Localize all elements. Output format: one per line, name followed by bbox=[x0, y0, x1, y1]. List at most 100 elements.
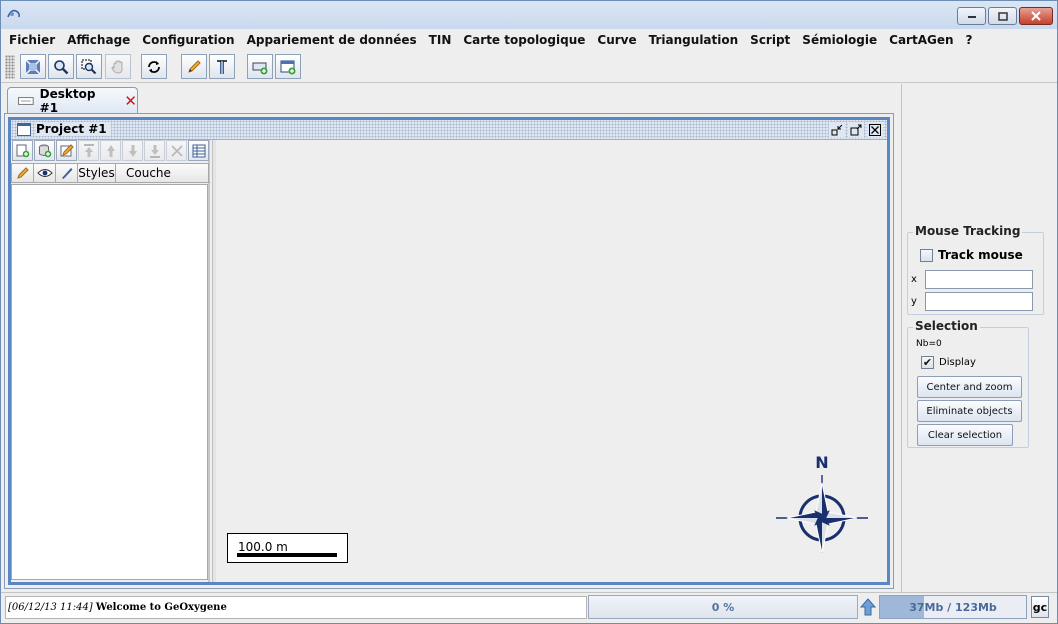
project-frame: Project #1 Styles Couche 100.0 m N bbox=[8, 117, 890, 585]
memory-indicator: 37Mb / 123Mb bbox=[879, 595, 1027, 619]
zoom-box-button[interactable] bbox=[76, 54, 102, 79]
display-checkbox[interactable]: ✔ bbox=[921, 356, 934, 369]
move-bottom-button[interactable] bbox=[144, 140, 165, 161]
arrow-up-icon bbox=[860, 598, 876, 616]
progress-bar: 0 % bbox=[588, 595, 858, 619]
zoom-box-icon bbox=[81, 59, 97, 74]
track-mouse-label: Track mouse bbox=[938, 248, 1023, 262]
desktop-icon bbox=[18, 97, 34, 105]
col-styles[interactable]: Styles bbox=[78, 163, 116, 183]
attribute-table-button[interactable] bbox=[188, 140, 209, 161]
maximize-frame-icon bbox=[850, 124, 862, 135]
gc-button[interactable]: gc bbox=[1031, 596, 1049, 618]
tab-close-icon[interactable]: ✕ bbox=[124, 92, 137, 110]
pan-icon bbox=[111, 59, 123, 74]
move-up-button[interactable] bbox=[100, 140, 121, 161]
menu-script[interactable]: Script bbox=[744, 29, 796, 51]
scale-line bbox=[237, 553, 337, 557]
status-message: [06/12/13 11:44] Welcome to GeOxygene bbox=[5, 596, 587, 619]
edit-layer-button[interactable] bbox=[56, 140, 77, 161]
layer-table-header: Styles Couche bbox=[11, 163, 210, 183]
zoom-extent-button[interactable] bbox=[20, 54, 46, 79]
close-icon bbox=[1031, 11, 1041, 21]
menu-semiologie[interactable]: Sémiologie bbox=[796, 29, 883, 51]
add-layer-icon bbox=[252, 62, 268, 74]
clear-selection-button[interactable]: Clear selection bbox=[917, 424, 1013, 446]
center-zoom-button[interactable]: Center and zoom bbox=[917, 376, 1022, 398]
brush-icon bbox=[61, 168, 72, 179]
maximize-button[interactable] bbox=[988, 7, 1017, 25]
frame-icon bbox=[17, 123, 31, 136]
col-editable[interactable] bbox=[11, 163, 34, 183]
tab-panel: Project #1 Styles Couche 100.0 m N bbox=[4, 113, 894, 589]
close-window-button[interactable] bbox=[1019, 7, 1053, 25]
add-database-layer-button[interactable] bbox=[34, 140, 55, 161]
menu-tin[interactable]: TIN bbox=[423, 29, 458, 51]
arrow-down-icon bbox=[128, 144, 137, 157]
move-down-button[interactable] bbox=[122, 140, 143, 161]
edit-pencil-icon bbox=[188, 59, 201, 73]
toolbar-grip[interactable] bbox=[5, 55, 15, 79]
measure-icon bbox=[217, 59, 227, 74]
add-layer-button[interactable] bbox=[247, 54, 273, 79]
menu-curve[interactable]: Curve bbox=[591, 29, 642, 51]
col-draw[interactable] bbox=[56, 163, 78, 183]
minimize-icon bbox=[967, 16, 976, 18]
edit-layer-icon bbox=[60, 143, 74, 156]
status-bar: [06/12/13 11:44] Welcome to GeOxygene 0 … bbox=[1, 592, 1057, 623]
maximize-icon bbox=[997, 11, 1008, 21]
menu-carte-topologique[interactable]: Carte topologique bbox=[457, 29, 591, 51]
eye-icon bbox=[36, 169, 53, 177]
refresh-button[interactable] bbox=[141, 54, 167, 79]
database-add-icon bbox=[38, 144, 51, 157]
track-mouse-checkbox[interactable] bbox=[920, 248, 933, 262]
menu-configuration[interactable]: Configuration bbox=[136, 29, 240, 51]
app-icon bbox=[7, 9, 20, 18]
project-title: Project #1 bbox=[36, 122, 111, 136]
menu-cartagen[interactable]: CartAGen bbox=[883, 29, 959, 51]
table-icon bbox=[192, 144, 205, 157]
refresh-icon bbox=[148, 60, 160, 73]
x-coordinate-field[interactable] bbox=[925, 270, 1033, 289]
iconify-button[interactable] bbox=[829, 122, 845, 137]
menu-fichier[interactable]: Fichier bbox=[3, 29, 61, 51]
application-window: Fichier Affichage Configuration Appariem… bbox=[0, 0, 1058, 624]
edit-button[interactable] bbox=[181, 54, 207, 79]
north-arrow-icon: N bbox=[776, 453, 868, 554]
map-canvas[interactable]: 100.0 m N bbox=[216, 140, 887, 582]
pan-button[interactable] bbox=[105, 54, 131, 79]
maximize-frame-button[interactable] bbox=[848, 122, 864, 137]
upload-button[interactable] bbox=[858, 595, 878, 619]
layer-list[interactable] bbox=[11, 184, 208, 580]
pencil-column-icon bbox=[16, 167, 29, 179]
iconify-icon bbox=[831, 124, 843, 135]
menu-affichage[interactable]: Affichage bbox=[61, 29, 136, 51]
scale-bar: 100.0 m bbox=[227, 533, 348, 563]
y-label: y bbox=[911, 296, 917, 307]
new-layer-button[interactable] bbox=[12, 140, 33, 161]
arrow-bottom-icon bbox=[149, 144, 160, 158]
project-title-bar[interactable]: Project #1 bbox=[11, 120, 887, 140]
eliminate-objects-button[interactable]: Eliminate objects bbox=[917, 400, 1022, 422]
measure-button[interactable] bbox=[209, 54, 235, 79]
col-couche[interactable]: Couche bbox=[116, 163, 209, 183]
tab-desktop-1[interactable]: Desktop #1 ✕ bbox=[7, 87, 138, 115]
menu-help[interactable]: ? bbox=[960, 29, 979, 51]
new-panel-button[interactable] bbox=[275, 54, 301, 79]
minimize-button[interactable] bbox=[957, 7, 986, 25]
col-visible[interactable] bbox=[34, 163, 56, 183]
move-top-button[interactable] bbox=[78, 140, 99, 161]
selection-title: Selection bbox=[913, 319, 980, 333]
arrow-top-icon bbox=[83, 143, 94, 157]
title-bar[interactable] bbox=[1, 1, 1057, 29]
delete-layer-button[interactable] bbox=[166, 140, 187, 161]
close-frame-button[interactable] bbox=[867, 122, 883, 137]
y-coordinate-field[interactable] bbox=[925, 292, 1033, 311]
mouse-tracking-title: Mouse Tracking bbox=[913, 224, 1023, 238]
delete-icon bbox=[170, 144, 183, 157]
menu-triangulation[interactable]: Triangulation bbox=[643, 29, 745, 51]
menu-appariement[interactable]: Appariement de données bbox=[241, 29, 423, 51]
zoom-button[interactable] bbox=[48, 54, 74, 79]
status-text: Welcome to GeOxygene bbox=[95, 602, 227, 613]
progress-text: 0 % bbox=[711, 600, 735, 614]
